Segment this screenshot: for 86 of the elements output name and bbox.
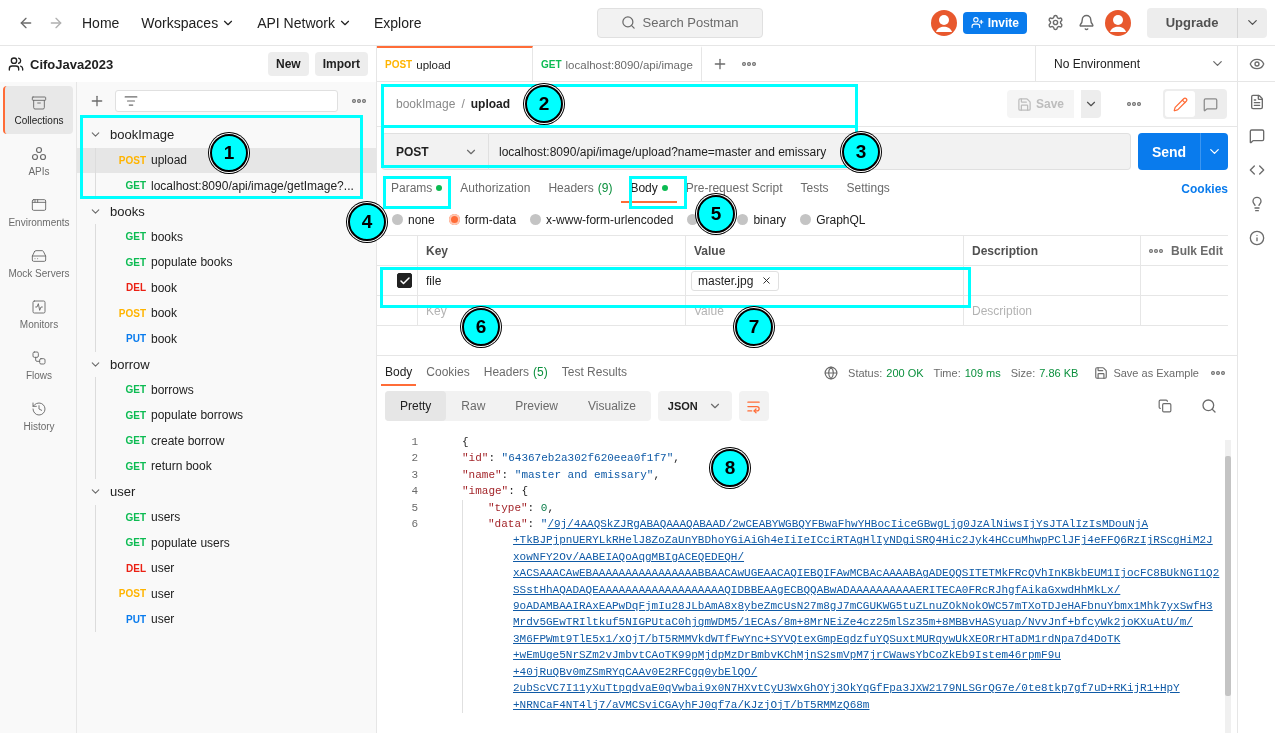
json-punctuation: : [527, 517, 536, 533]
folder-name: borrow [110, 356, 150, 372]
method-label: PUT [125, 333, 146, 345]
step-number-tooltip: 2 [525, 85, 563, 123]
step-number-tooltip: 1 [210, 134, 248, 172]
json-punctuation: { [462, 435, 469, 450]
method-label: GET [124, 460, 146, 472]
request-name: user [151, 586, 175, 601]
json-string: "master and emissary" [514, 467, 654, 483]
json-key: "id" [462, 450, 489, 467]
request-name: populate books [151, 255, 233, 270]
request-name: book [151, 280, 178, 295]
method-label: GET [124, 511, 146, 523]
status-value: 7.86 KB [1039, 366, 1079, 379]
request-name: book [151, 331, 178, 346]
json-punctuation: : { [508, 484, 529, 500]
request-name: user [151, 561, 175, 576]
request-name: populate users [151, 535, 230, 550]
json-string: "64367eb2a302f620eea0f1f7" [501, 451, 674, 467]
line-number: 1 [410, 435, 418, 450]
step-number-tooltip: 7 [735, 308, 773, 346]
request-name: borrows [151, 382, 194, 397]
method-label: PUT [125, 613, 146, 625]
step-number-tooltip: 4 [348, 203, 386, 241]
request-name: return book [151, 459, 212, 474]
request-name: user [151, 612, 175, 627]
request-name: populate borrows [151, 408, 244, 423]
column-header: Description [964, 236, 1141, 266]
line-number: 6 [410, 517, 418, 533]
line-number: 3 [410, 467, 418, 483]
json-key: "image" [462, 483, 509, 500]
step-number-tooltip: 6 [462, 308, 500, 346]
request-name: book [151, 306, 178, 321]
request-name: localhost:8090/api/image/getImage?... [151, 178, 354, 193]
method-label: POST [118, 154, 146, 166]
step-number-tooltip: 8 [711, 449, 749, 487]
folder-name: books [110, 203, 145, 219]
status-value: 200 OK [886, 366, 924, 379]
method-label: DEL [125, 282, 146, 294]
method-label: GET [124, 409, 146, 421]
table-cell: file [418, 266, 686, 296]
search-placeholder: Search Postman [642, 15, 739, 30]
step-number-tooltip: 3 [842, 133, 880, 171]
step-number-tooltip: 5 [697, 195, 735, 233]
folder-name: bookImage [110, 127, 175, 143]
method-label: DEL [125, 562, 146, 574]
request-name: create borrow [151, 433, 225, 448]
line-number: 5 [410, 500, 418, 516]
request-title: upload [470, 97, 511, 111]
method-label: GET [124, 256, 146, 268]
method-label: GET [124, 384, 146, 396]
json-string: " [540, 517, 548, 533]
workspace-name: CifoJava2023 [30, 56, 115, 72]
json-key: "data" [488, 516, 528, 533]
method-label: POST [118, 307, 146, 319]
json-punctuation: : [527, 500, 536, 516]
json-key: "type" [488, 499, 528, 517]
status-value: 109 ms [964, 366, 1001, 379]
json-number: 0 [540, 500, 548, 516]
status-label: Status: [848, 366, 883, 379]
json-key: "name" [462, 466, 502, 484]
method-label: GET [124, 180, 146, 192]
method-label: GET [124, 231, 146, 243]
method-label: POST [118, 588, 146, 600]
method-label: POST [385, 59, 413, 70]
json-punctuation: , [653, 467, 661, 483]
method-label: GET [541, 59, 562, 70]
status-label: Time: [933, 366, 961, 379]
status-label: Size: [1010, 366, 1036, 379]
json-punctuation: : [488, 451, 496, 467]
tab-title: localhost:8090/api/image [565, 58, 693, 71]
column-header: Value [686, 236, 964, 266]
line-number: 2 [410, 451, 418, 467]
method-label: GET [124, 435, 146, 447]
request-name: books [151, 229, 184, 244]
line-number: 4 [410, 484, 418, 500]
method-label: GET [124, 537, 146, 549]
tab-title: upload [416, 58, 451, 71]
column-header: Key [418, 236, 686, 266]
request-name: users [151, 510, 181, 525]
json-punctuation: , [673, 451, 680, 467]
json-punctuation: : [501, 467, 510, 483]
folder-name: user [110, 484, 136, 500]
json-punctuation: , [547, 500, 555, 516]
request-name: upload [151, 153, 188, 168]
breadcrumb-separator: / [461, 97, 465, 111]
